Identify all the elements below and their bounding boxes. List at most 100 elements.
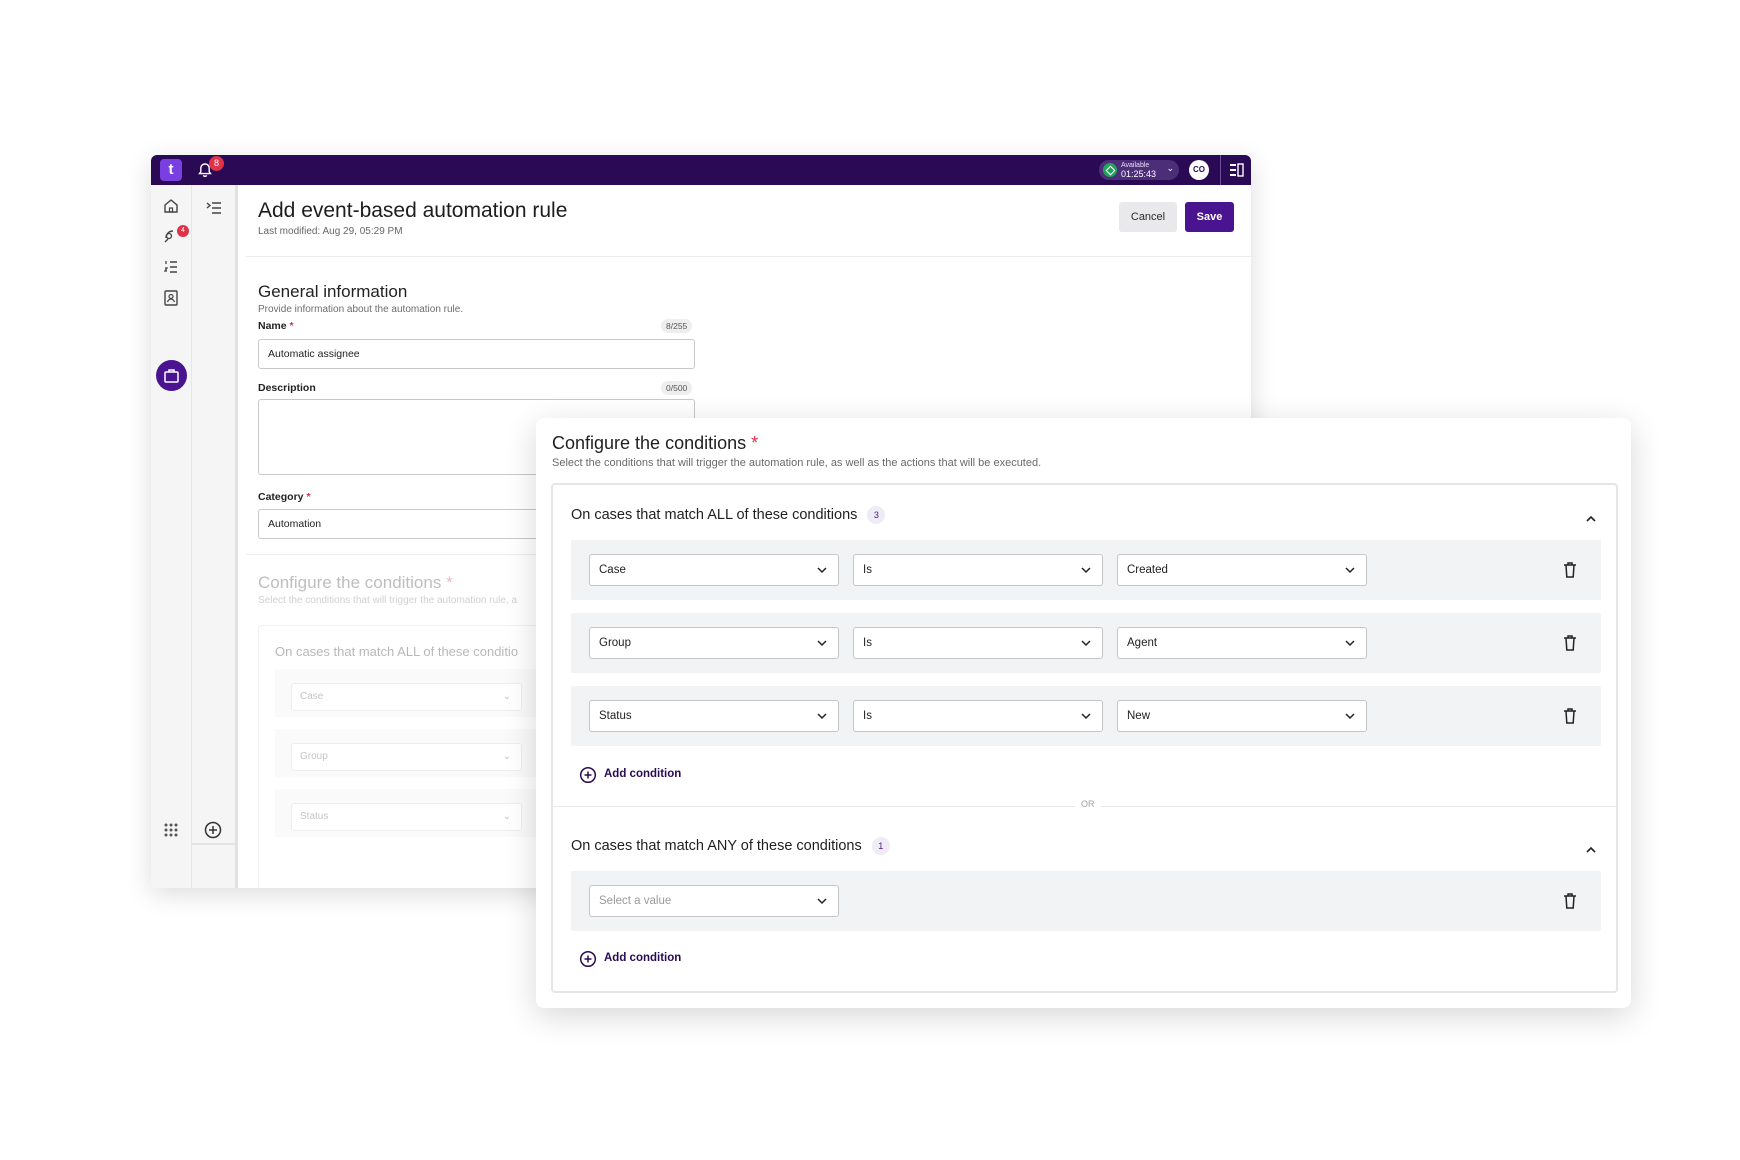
trash-icon[interactable]: [1563, 562, 1577, 578]
status-timer: 01:25:43: [1121, 169, 1157, 179]
general-info-title: General information: [258, 282, 408, 301]
value-select[interactable]: New: [1117, 700, 1367, 732]
description-label: Description: [258, 382, 316, 394]
all-group-count-badge: 3: [867, 506, 886, 524]
conditions-subtitle: Select the conditions that will trigger …: [552, 457, 1042, 469]
side-panel-icon[interactable]: [1229, 163, 1244, 177]
chevron-down-icon: ⌄: [1166, 163, 1174, 173]
add-condition-button[interactable]: Add condition: [579, 949, 681, 969]
value-select-value: New: [1127, 710, 1151, 722]
chevron-down-icon: [817, 640, 827, 647]
add-condition-button[interactable]: Add condition: [579, 765, 681, 785]
field-select[interactable]: Case: [589, 554, 839, 586]
any-group-title-text: On cases that match ANY of these conditi…: [571, 837, 862, 854]
bg-conditions-title-text: Configure the conditions: [258, 573, 442, 592]
field-select-value: Case: [599, 564, 626, 576]
secondary-nav: [192, 185, 238, 888]
save-button[interactable]: Save: [1185, 202, 1234, 232]
chevron-down-icon: [817, 898, 827, 905]
all-group-title: On cases that match ALL of these conditi…: [571, 506, 886, 524]
bg-field-value: Case: [300, 691, 324, 702]
chevron-down-icon: [1345, 567, 1355, 574]
condition-row: Group Is Agent: [571, 613, 1601, 673]
category-label: Category *: [258, 491, 311, 503]
operator-select-value: Is: [863, 564, 872, 576]
bg-conditions-subtitle: Select the conditions that will trigger …: [258, 595, 518, 606]
apps-grid-icon[interactable]: [162, 821, 180, 839]
add-circle-icon: [579, 950, 597, 968]
operator-select-value: Is: [863, 637, 872, 649]
top-bar: t 8 Available 01:25:43 ⌄ CO: [151, 155, 1251, 185]
operator-select-value: Is: [863, 710, 872, 722]
availability-status[interactable]: Available 01:25:43 ⌄: [1099, 160, 1179, 180]
status-label: Available: [1121, 162, 1150, 169]
value-select[interactable]: Created: [1117, 554, 1367, 586]
chevron-down-icon: [1081, 567, 1091, 574]
conditions-title: Configure the conditions *: [552, 433, 758, 454]
page-title: Add event-based automation rule: [258, 199, 568, 222]
value-select-value: Agent: [1127, 637, 1158, 649]
chevron-down-icon: [1081, 713, 1091, 720]
list-icon[interactable]: [162, 258, 180, 276]
chevron-down-icon: ⌄: [502, 691, 511, 702]
conditions-title-text: Configure the conditions: [552, 433, 747, 453]
bg-field-value: Status: [300, 811, 329, 822]
last-modified: Last modified: Aug 29, 05:29 PM: [258, 226, 403, 237]
icon-rail: 4: [151, 185, 192, 888]
menu-collapse-icon[interactable]: [206, 201, 222, 215]
any-group-count-badge: 1: [871, 837, 890, 855]
field-select-value: Status: [599, 710, 632, 722]
chevron-down-icon: [817, 713, 827, 720]
general-info-subtitle: Provide information about the automation…: [258, 304, 464, 315]
field-select[interactable]: Status: [589, 700, 839, 732]
value-select[interactable]: Select a value: [589, 885, 839, 917]
chevron-down-icon: [1345, 713, 1355, 720]
add-circle-icon: [579, 766, 597, 784]
condition-row: Case Is Created: [571, 540, 1601, 600]
required-mark: *: [289, 320, 294, 332]
select-placeholder: Select a value: [599, 895, 672, 907]
operator-select[interactable]: Is: [853, 554, 1103, 586]
condition-row: Status Is New: [571, 686, 1601, 746]
status-indicator-icon: [1103, 163, 1117, 177]
or-label: OR: [1075, 799, 1101, 809]
add-circle-icon[interactable]: [203, 820, 223, 840]
rail-item-automation-active[interactable]: [156, 360, 187, 391]
nav-divider: [192, 843, 238, 845]
conditions-box: On cases that match ALL of these conditi…: [551, 483, 1618, 993]
avatar[interactable]: CO: [1189, 160, 1209, 180]
home-icon[interactable]: [162, 197, 180, 215]
topbar-divider: [1220, 155, 1221, 185]
trash-icon[interactable]: [1563, 635, 1577, 651]
required-mark: *: [751, 433, 759, 453]
bg-field-select: Case ⌄: [291, 683, 522, 711]
chevron-up-icon[interactable]: [1584, 512, 1598, 526]
notification-badge: 8: [209, 156, 224, 171]
value-select[interactable]: Agent: [1117, 627, 1367, 659]
trash-icon[interactable]: [1563, 893, 1577, 909]
all-group-title-text: On cases that match ALL of these conditi…: [571, 506, 858, 523]
name-counter: 8/255: [661, 319, 693, 333]
name-label-text: Name: [258, 320, 287, 332]
chevron-down-icon: [1081, 640, 1091, 647]
contacts-icon[interactable]: [162, 289, 180, 307]
chevron-up-icon[interactable]: [1584, 843, 1598, 857]
field-select[interactable]: Group: [589, 627, 839, 659]
briefcase-icon: [164, 369, 179, 383]
header-divider: [246, 256, 1251, 257]
trash-icon[interactable]: [1563, 708, 1577, 724]
chevron-down-icon: ⌄: [502, 751, 511, 762]
operator-select[interactable]: Is: [853, 627, 1103, 659]
description-counter: 0/500: [661, 381, 693, 395]
bg-field-select: Status ⌄: [291, 803, 522, 831]
required-mark: *: [446, 573, 453, 592]
condition-row: Select a value: [571, 871, 1601, 931]
bg-field-select: Group ⌄: [291, 743, 522, 771]
value-select-value: Created: [1127, 564, 1168, 576]
operator-select[interactable]: Is: [853, 700, 1103, 732]
app-logo[interactable]: t: [160, 159, 182, 181]
name-input[interactable]: Automatic assignee: [258, 339, 695, 369]
bg-group-title: On cases that match ALL of these conditi…: [275, 644, 519, 659]
required-mark: *: [306, 491, 311, 503]
cancel-button[interactable]: Cancel: [1119, 202, 1177, 232]
